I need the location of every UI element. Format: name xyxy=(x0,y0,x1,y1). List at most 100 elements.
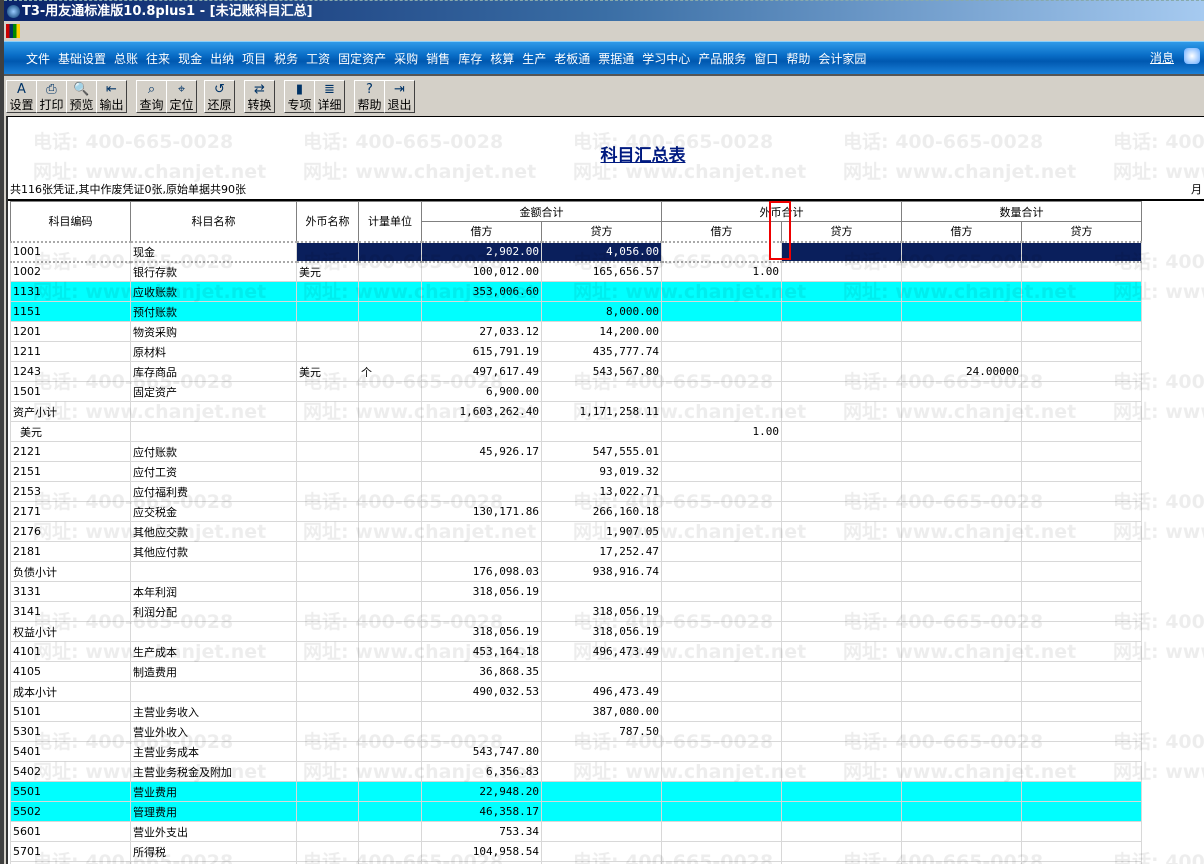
table-cell[interactable]: 1151 xyxy=(10,301,131,322)
table-cell[interactable] xyxy=(421,421,542,442)
table-cell[interactable] xyxy=(1021,301,1142,322)
table-cell[interactable]: 5301 xyxy=(10,721,131,742)
table-cell[interactable] xyxy=(1021,501,1142,522)
table-cell[interactable] xyxy=(781,821,902,842)
table-cell[interactable] xyxy=(1021,461,1142,482)
table-row[interactable]: 1243 库存商品 美元个 497,617.49 543,567.80 24.00000 xyxy=(10,361,1142,382)
table-cell[interactable] xyxy=(1021,481,1142,502)
table-cell[interactable] xyxy=(781,240,902,263)
table-cell[interactable]: 资产小计 xyxy=(10,401,131,422)
table-cell[interactable] xyxy=(661,781,782,802)
table-cell[interactable] xyxy=(901,541,1022,562)
table-cell[interactable] xyxy=(901,381,1022,402)
table-cell[interactable]: 2176 xyxy=(10,521,131,542)
table-cell[interactable]: 8,000.00 xyxy=(541,301,662,322)
table-cell[interactable] xyxy=(901,261,1022,282)
table-cell[interactable]: 5401 xyxy=(10,741,131,762)
table-row[interactable]: 1002 银行存款 美元 100,012.00 165,656.57 1.00 xyxy=(10,261,1142,282)
table-cell[interactable] xyxy=(358,661,422,682)
toolbar-button[interactable]: ≣ 详细 xyxy=(314,80,345,113)
table-cell[interactable] xyxy=(296,281,359,302)
table-cell[interactable] xyxy=(358,261,422,282)
table-cell[interactable] xyxy=(1021,601,1142,622)
table-cell[interactable] xyxy=(296,721,359,742)
table-cell[interactable] xyxy=(296,481,359,502)
table-cell[interactable]: 453,164.18 xyxy=(421,641,542,662)
table-cell[interactable] xyxy=(661,621,782,642)
toolbar-button[interactable]: ? 帮助 xyxy=(354,80,385,113)
table-cell[interactable] xyxy=(358,741,422,762)
menu-item[interactable]: 帮助 xyxy=(782,51,814,67)
table-cell[interactable] xyxy=(781,441,902,462)
table-cell[interactable] xyxy=(661,681,782,702)
table-row[interactable]: 权益小计 318,056.19 318,056.19 xyxy=(10,621,1142,642)
toolbar-button[interactable]: ↺ 还原 xyxy=(204,80,235,113)
table-cell[interactable] xyxy=(296,701,359,722)
table-cell[interactable] xyxy=(296,461,359,482)
table-cell[interactable] xyxy=(358,381,422,402)
table-cell[interactable]: 美元 xyxy=(296,261,359,282)
table-cell[interactable] xyxy=(1021,681,1142,702)
table-cell[interactable]: 营业外支出 xyxy=(130,821,297,842)
table-cell[interactable] xyxy=(661,821,782,842)
table-cell[interactable]: 权益小计 xyxy=(10,621,131,642)
table-cell[interactable] xyxy=(1021,261,1142,282)
table-cell[interactable] xyxy=(296,661,359,682)
toolbar-button[interactable]: ⌕ 查询 xyxy=(136,80,167,113)
table-cell[interactable]: 130,171.86 xyxy=(421,501,542,522)
table-cell[interactable]: 4101 xyxy=(10,641,131,662)
header-quantity-credit[interactable]: 贷方 xyxy=(1021,221,1142,242)
table-cell[interactable] xyxy=(296,521,359,542)
table-row[interactable]: 2121 应付账款 45,926.17 547,555.01 xyxy=(10,441,1142,462)
table-cell[interactable] xyxy=(421,481,542,502)
table-cell[interactable] xyxy=(661,501,782,522)
table-cell[interactable] xyxy=(781,461,902,482)
table-cell[interactable]: 5402 xyxy=(10,761,131,782)
header-amount-credit[interactable]: 贷方 xyxy=(541,221,662,242)
menu-item[interactable]: 核算 xyxy=(486,51,518,67)
table-cell[interactable] xyxy=(661,581,782,602)
toolbar-button[interactable]: ⌖ 定位 xyxy=(166,80,197,113)
table-cell[interactable]: 5501 xyxy=(10,781,131,802)
table-cell[interactable]: 1002 xyxy=(10,261,131,282)
table-cell[interactable]: 3141 xyxy=(10,601,131,622)
table-cell[interactable] xyxy=(358,501,422,522)
table-row[interactable]: 3141 利润分配 318,056.19 xyxy=(10,601,1142,622)
table-cell[interactable]: 104,958.54 xyxy=(421,841,542,862)
table-cell[interactable]: 318,056.19 xyxy=(421,621,542,642)
table-cell[interactable]: 管理费用 xyxy=(130,801,297,822)
table-cell[interactable] xyxy=(421,521,542,542)
table-cell[interactable]: 物资采购 xyxy=(130,321,297,342)
table-cell[interactable] xyxy=(1021,240,1142,263)
message-link[interactable]: 消息 xyxy=(1150,49,1174,66)
menu-item[interactable]: 票据通 xyxy=(594,51,638,67)
table-cell[interactable] xyxy=(1021,721,1142,742)
table-cell[interactable] xyxy=(296,401,359,422)
table-cell[interactable]: 496,473.49 xyxy=(541,641,662,662)
table-cell[interactable] xyxy=(296,601,359,622)
table-cell[interactable] xyxy=(781,501,902,522)
table-cell[interactable] xyxy=(781,841,902,862)
table-row[interactable]: 5401 主营业务成本 543,747.80 xyxy=(10,741,1142,762)
table-cell[interactable] xyxy=(781,601,902,622)
table-cell[interactable] xyxy=(901,661,1022,682)
table-cell[interactable] xyxy=(296,741,359,762)
table-cell[interactable]: 497,617.49 xyxy=(421,361,542,382)
menu-item[interactable]: 产品服务 xyxy=(694,51,750,67)
table-cell[interactable] xyxy=(1021,801,1142,822)
table-cell[interactable] xyxy=(421,721,542,742)
table-cell[interactable] xyxy=(661,441,782,462)
table-row[interactable]: 资产小计 1,603,262.40 1,171,258.11 xyxy=(10,401,1142,422)
menu-item[interactable]: 出纳 xyxy=(206,51,238,67)
table-cell[interactable]: 营业外收入 xyxy=(130,721,297,742)
table-cell[interactable] xyxy=(421,541,542,562)
table-cell[interactable]: 4105 xyxy=(10,661,131,682)
table-cell[interactable] xyxy=(901,721,1022,742)
table-cell[interactable]: 1201 xyxy=(10,321,131,342)
table-cell[interactable] xyxy=(296,501,359,522)
table-cell[interactable] xyxy=(1021,621,1142,642)
table-cell[interactable]: 现金 xyxy=(130,240,297,263)
table-cell[interactable] xyxy=(358,601,422,622)
table-cell[interactable] xyxy=(130,681,297,702)
table-cell[interactable] xyxy=(901,441,1022,462)
